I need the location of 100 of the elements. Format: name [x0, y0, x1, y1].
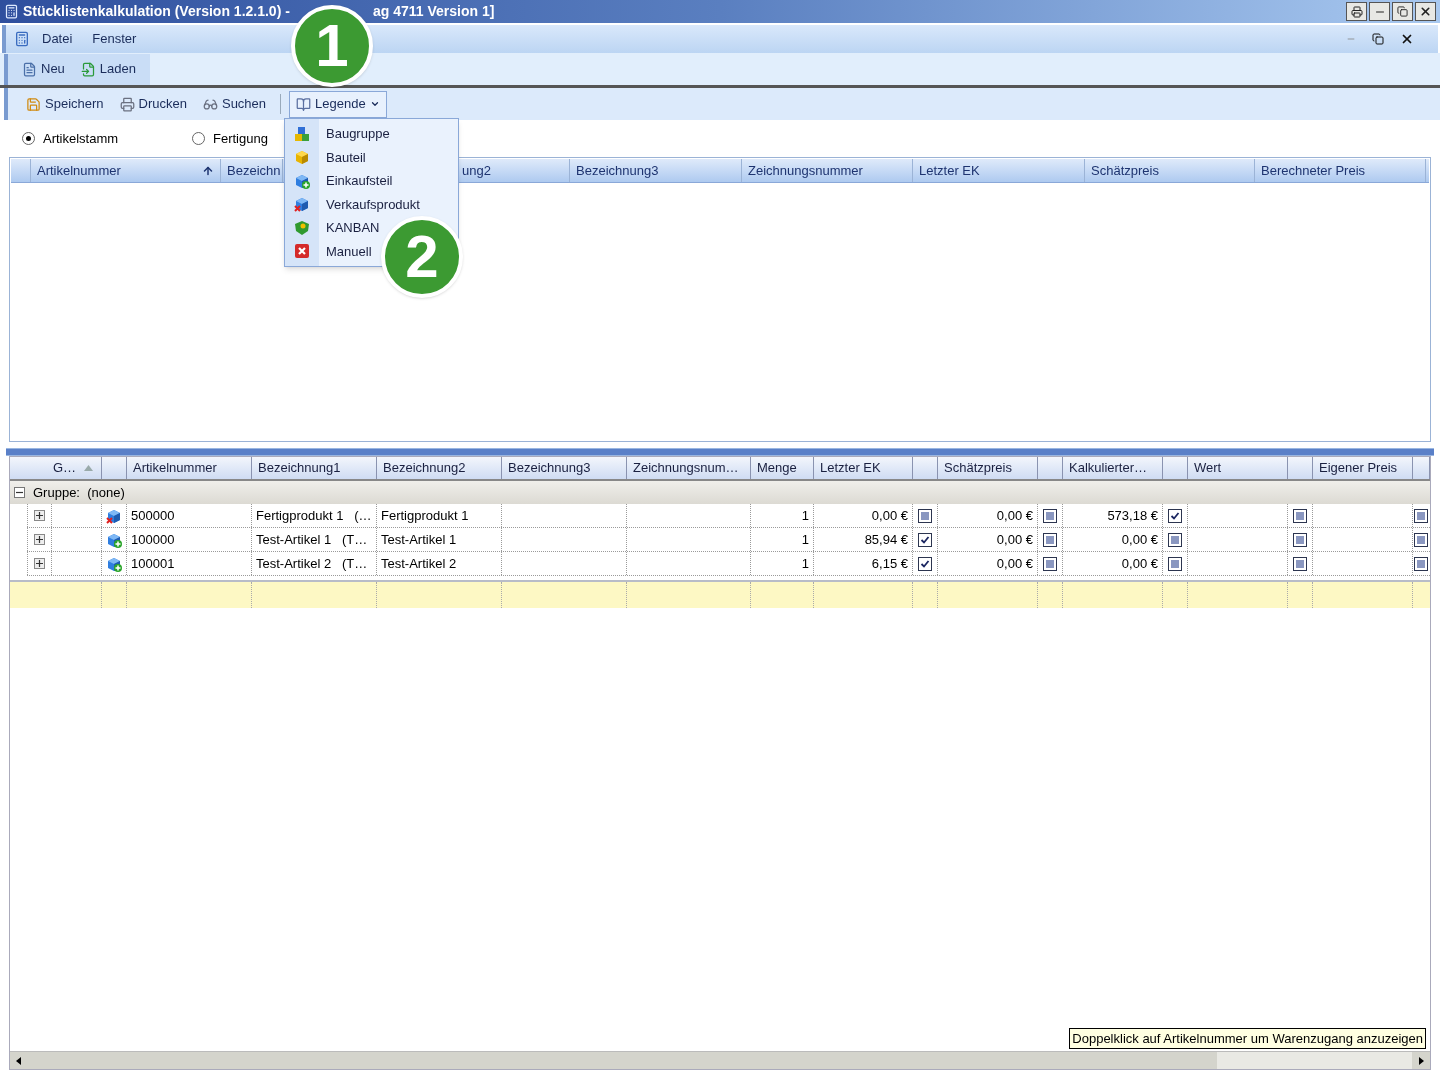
printer-icon	[1350, 5, 1363, 18]
collapse-toggle[interactable]	[14, 487, 25, 498]
checkbox[interactable]	[1043, 532, 1057, 547]
legend-menu-item[interactable]: Manuell	[285, 239, 376, 263]
document-arrow-icon	[80, 61, 96, 77]
close-button[interactable]	[1415, 2, 1436, 21]
column-header[interactable]: Eigener Preis	[1313, 457, 1413, 479]
table-cell: Test-Artikel 1	[377, 528, 502, 551]
column-header[interactable]: G…	[10, 457, 102, 479]
table-cell: 0,00 €	[938, 552, 1038, 575]
horizontal-scrollbar[interactable]	[10, 1051, 1430, 1069]
checkbox[interactable]	[1168, 556, 1182, 571]
sort-arrow-icon	[202, 164, 214, 177]
radio-button[interactable]	[22, 132, 35, 145]
table-cell: 573,18 €	[1063, 504, 1163, 527]
checkbox[interactable]	[1414, 508, 1428, 523]
table-cell: Test-Artikel 2	[377, 552, 502, 575]
menu-item[interactable]: Datei	[34, 29, 81, 49]
menu-item[interactable]: Fenster	[84, 29, 145, 49]
table-cell: Test-Artikel 1 (T…	[252, 528, 377, 551]
toolbar-button[interactable]: Neu	[16, 57, 71, 81]
table-cell: 1	[751, 504, 814, 527]
restore-button[interactable]	[1392, 2, 1413, 21]
checkbox[interactable]	[1293, 532, 1307, 547]
checkbox[interactable]	[1414, 532, 1428, 547]
scrollbar-thumb[interactable]	[1217, 1052, 1412, 1069]
toolbar-button[interactable]: Suchen	[196, 92, 273, 116]
table-cell: 85,94 €	[814, 528, 913, 551]
close-icon	[1419, 5, 1432, 18]
legend-button[interactable]: Legende	[289, 90, 387, 118]
checkbox[interactable]	[1043, 508, 1057, 523]
column-header[interactable]: Zeichnungsnummer	[742, 159, 913, 182]
column-header[interactable]: Bezeichnung3	[502, 457, 627, 479]
table-cell: Test-Artikel 2 (T…	[252, 552, 377, 575]
column-header[interactable]: Artikelnummer	[127, 457, 252, 479]
column-header[interactable]: Wert	[1188, 457, 1288, 479]
window-title: Stücklistenkalkulation (Version 1.2.1.0) -	[23, 2, 290, 21]
column-header[interactable]: Letzter EK	[913, 159, 1085, 182]
checkbox[interactable]	[1043, 556, 1057, 571]
table-cell: 6,15 €	[814, 552, 913, 575]
expand-toggle[interactable]	[34, 510, 45, 521]
column-header[interactable]: Schätzpreis	[938, 457, 1038, 479]
close-icon[interactable]	[1400, 32, 1414, 46]
toolbar-button[interactable]: Drucken	[113, 92, 193, 116]
checkbox[interactable]	[1293, 556, 1307, 571]
legend-menu-item[interactable]: KANBAN	[285, 216, 384, 240]
checkbox[interactable]	[1168, 508, 1182, 523]
table-cell: 0,00 €	[814, 504, 913, 527]
print-window-button[interactable]	[1346, 2, 1367, 21]
column-header[interactable]: Bezeichnung2	[377, 457, 502, 479]
restore-icon	[1397, 6, 1408, 17]
toolbar-button[interactable]: Speichern	[20, 92, 110, 116]
checkbox[interactable]	[918, 508, 932, 523]
column-header[interactable]: Kalkulierter…	[1063, 457, 1163, 479]
minus-icon	[16, 489, 23, 496]
calculator-icon	[4, 4, 19, 19]
toolbar-button[interactable]: Laden	[74, 57, 142, 81]
legend-menu-item[interactable]: Baugruppe	[285, 122, 394, 146]
column-header[interactable]: Artikelnummer	[31, 159, 221, 182]
table-cell: 0,00 €	[938, 504, 1038, 527]
checkbox[interactable]	[1168, 532, 1182, 547]
plus-icon	[36, 560, 43, 567]
group-row[interactable]: Gruppe: (none)	[10, 481, 1430, 504]
sort-arrow-icon	[84, 465, 93, 471]
table-cell: Fertigprodukt 1 (…	[252, 504, 377, 527]
table-cell: 100001	[127, 552, 252, 575]
document-icon	[22, 61, 37, 77]
expand-toggle[interactable]	[34, 558, 45, 569]
column-header[interactable]: Bezeichn	[221, 159, 283, 182]
legend-menu-item[interactable]: Bauteil	[285, 145, 370, 169]
checkbox[interactable]	[1293, 508, 1307, 523]
legend-menu-item[interactable]: Verkaufsprodukt	[285, 192, 424, 216]
table-cell: 0,00 €	[938, 528, 1038, 551]
minimize-button[interactable]	[1369, 2, 1390, 21]
table-cell: 1	[751, 528, 814, 551]
table-cell: Fertigprodukt 1	[377, 504, 502, 527]
column-header[interactable]: Berechneter Preis	[1255, 159, 1426, 182]
calculator-icon	[14, 31, 30, 47]
restore-icon[interactable]	[1372, 33, 1384, 45]
radio-button[interactable]	[192, 132, 205, 145]
plus-icon	[36, 512, 43, 519]
table-cell: 100000	[127, 528, 252, 551]
column-header[interactable]: Schätzpreis	[1085, 159, 1255, 182]
tooltip: Doppelklick auf Artikelnummer um Warenzugang anzuzeigen	[1069, 1027, 1426, 1049]
expand-toggle[interactable]	[34, 534, 45, 545]
book-icon	[296, 96, 312, 112]
column-header[interactable]: Bezeichnung3	[570, 159, 742, 182]
group-label: Gruppe: (none)	[33, 483, 125, 502]
table-cell: 1	[751, 552, 814, 575]
window-title: ag 4711 Version 1]	[373, 2, 495, 21]
legend-menu-item[interactable]: Einkaufsteil	[285, 169, 397, 193]
checkbox[interactable]	[918, 556, 932, 571]
checkbox[interactable]	[1414, 556, 1428, 571]
checkbox[interactable]	[918, 532, 932, 547]
column-header[interactable]: Zeichnungsnum…	[627, 457, 751, 479]
table-cell: 0,00 €	[1063, 528, 1163, 551]
radio-option[interactable]: Artikelstamm	[22, 128, 192, 149]
column-header[interactable]: Letzter EK	[814, 457, 913, 479]
column-header[interactable]: Bezeichnung1	[252, 457, 377, 479]
column-header[interactable]: Menge	[751, 457, 814, 479]
